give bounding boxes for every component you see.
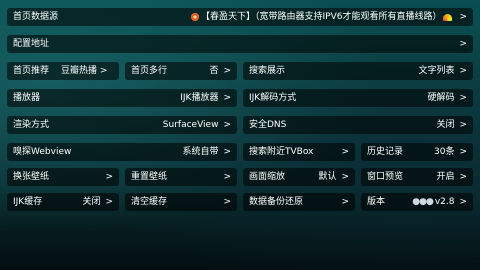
setting-label: 配置地址 bbox=[13, 39, 50, 49]
chevron-right-icon: > bbox=[341, 147, 349, 157]
setting-search-nearby-tvbox[interactable]: 搜索附近TVBox > bbox=[243, 143, 355, 161]
setting-label: IJK解码方式 bbox=[249, 93, 297, 103]
setting-value: IJK播放器 bbox=[180, 93, 219, 103]
setting-label: 首页多行 bbox=[131, 66, 168, 76]
chevron-right-icon: > bbox=[223, 172, 231, 182]
setting-config-url[interactable]: 配置地址 > bbox=[7, 35, 473, 53]
setting-value: 豆瓣热播 > bbox=[61, 66, 108, 76]
setting-label: 版本 bbox=[367, 197, 386, 207]
setting-secure-dns[interactable]: 安全DNS 关闭 > bbox=[243, 116, 473, 134]
chevron-right-icon: > bbox=[223, 66, 231, 76]
chevron-right-icon: > bbox=[341, 197, 349, 207]
setting-value: 系统自带 bbox=[182, 147, 219, 157]
chevron-right-icon: > bbox=[105, 197, 113, 207]
setting-value: SurfaceView bbox=[162, 120, 219, 130]
setting-label: 嗅探Webview bbox=[13, 147, 72, 157]
setting-value: 否 bbox=[209, 66, 219, 76]
setting-label: 换张壁纸 bbox=[13, 172, 50, 182]
chevron-right-icon: > bbox=[459, 120, 467, 130]
setting-value: 关闭 bbox=[82, 197, 101, 207]
setting-label: 画面缩放 bbox=[249, 172, 286, 182]
setting-change-wallpaper[interactable]: 换张壁纸 > bbox=[7, 168, 119, 186]
setting-data-backup[interactable]: 数据备份还原 > bbox=[243, 193, 355, 211]
setting-label: 播放器 bbox=[13, 93, 41, 103]
setting-label: 清空缓存 bbox=[131, 197, 168, 207]
chevron-right-icon: > bbox=[105, 172, 113, 182]
setting-home-multirow[interactable]: 首页多行 否 > bbox=[125, 62, 237, 80]
chevron-right-icon: > bbox=[223, 197, 231, 207]
chevron-right-icon: > bbox=[223, 120, 231, 130]
setting-label: 搜索附近TVBox bbox=[249, 147, 314, 157]
dots-icon: ●●● bbox=[412, 197, 434, 207]
setting-label: 渲染方式 bbox=[13, 120, 50, 130]
setting-picture-scale[interactable]: 画面缩放 默认 > bbox=[243, 168, 355, 186]
setting-label: 重置壁纸 bbox=[131, 172, 168, 182]
rainbow-icon bbox=[443, 13, 453, 21]
gear-icon bbox=[190, 13, 199, 21]
setting-value: 默认 bbox=[318, 172, 337, 182]
setting-ijk-decode[interactable]: IJK解码方式 硬解码 > bbox=[243, 89, 473, 107]
chevron-right-icon: > bbox=[459, 147, 467, 157]
chevron-right-icon: > bbox=[459, 66, 467, 76]
setting-label: 安全DNS bbox=[249, 120, 287, 130]
setting-value: 关闭 bbox=[436, 120, 455, 130]
setting-sniff-webview[interactable]: 嗅探Webview 系统自带 > bbox=[7, 143, 237, 161]
setting-render-mode[interactable]: 渲染方式 SurfaceView > bbox=[7, 116, 237, 134]
chevron-right-icon: > bbox=[223, 93, 231, 103]
setting-player[interactable]: 播放器 IJK播放器 > bbox=[7, 89, 237, 107]
setting-history[interactable]: 历史记录 30条 > bbox=[361, 143, 473, 161]
setting-version[interactable]: 版本 ●●● v2.8 > bbox=[361, 193, 473, 211]
setting-search-display[interactable]: 搜索展示 文字列表 > bbox=[243, 62, 473, 80]
setting-value: 开启 bbox=[436, 172, 455, 182]
chevron-right-icon: > bbox=[223, 147, 231, 157]
source-name: 【春盈天下】（宽带路由器支持IPV6才能观看所有直播线路） bbox=[200, 12, 442, 22]
chevron-right-icon: > bbox=[459, 39, 467, 49]
chevron-right-icon: > bbox=[459, 93, 467, 103]
chevron-right-icon: > bbox=[341, 172, 349, 182]
setting-home-recommend[interactable]: 首页推荐 豆瓣热播 > bbox=[7, 62, 119, 80]
setting-label: IJK缓存 bbox=[13, 197, 43, 207]
setting-label: 首页数据源 bbox=[13, 12, 59, 22]
setting-home-source[interactable]: 首页数据源 【春盈天下】（宽带路由器支持IPV6才能观看所有直播线路） > bbox=[7, 8, 473, 26]
chevron-right-icon: > bbox=[459, 12, 467, 22]
setting-clear-cache[interactable]: 清空缓存 > bbox=[125, 193, 237, 211]
chevron-right-icon: > bbox=[459, 172, 467, 182]
setting-value: > bbox=[454, 35, 467, 53]
chevron-right-icon: > bbox=[459, 197, 467, 207]
setting-window-preview[interactable]: 窗口预览 开启 > bbox=[361, 168, 473, 186]
setting-label: 窗口预览 bbox=[367, 172, 404, 182]
setting-label: 历史记录 bbox=[367, 147, 404, 157]
setting-value: 【春盈天下】（宽带路由器支持IPV6才能观看所有直播线路） > bbox=[190, 8, 467, 26]
setting-label: 首页推荐 bbox=[13, 66, 50, 76]
setting-label: 数据备份还原 bbox=[249, 197, 304, 207]
setting-label: 搜索展示 bbox=[249, 66, 286, 76]
setting-value: 30条 bbox=[434, 147, 455, 157]
setting-value: v2.8 bbox=[434, 197, 455, 207]
setting-ijk-cache[interactable]: IJK缓存 关闭 > bbox=[7, 193, 119, 211]
setting-reset-wallpaper[interactable]: 重置壁纸 > bbox=[125, 168, 237, 186]
setting-value: 硬解码 bbox=[427, 93, 455, 103]
setting-value: 文字列表 bbox=[418, 66, 455, 76]
